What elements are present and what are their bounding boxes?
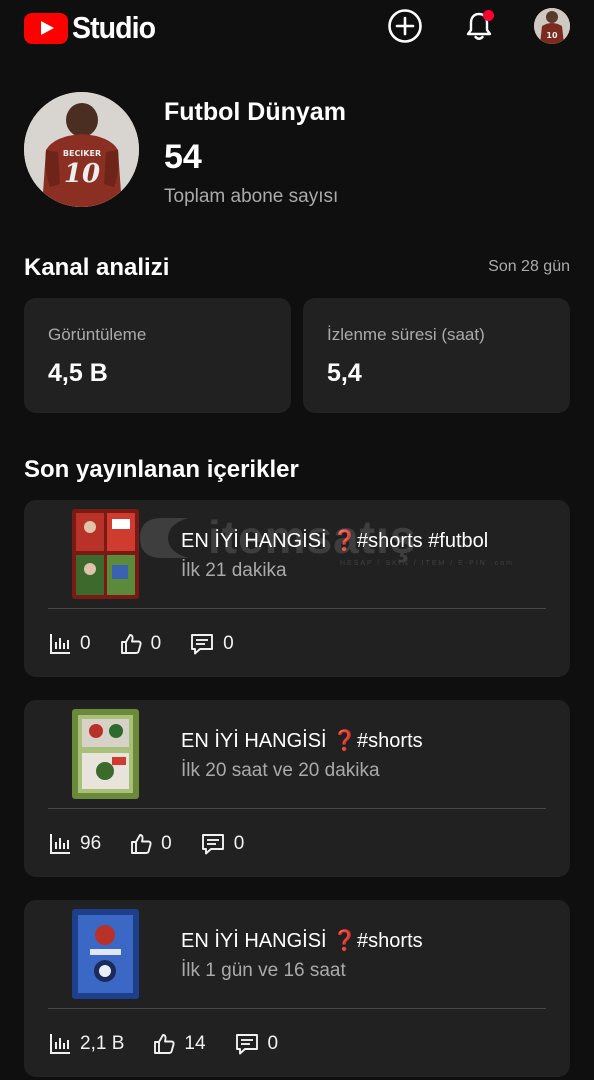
video-thumbnail[interactable] [72,509,139,599]
svg-text:BECIKER: BECIKER [63,149,101,158]
subscriber-count: 54 [164,138,202,176]
notification-badge [483,10,494,21]
comment-icon [235,1034,258,1055]
divider [48,1008,546,1009]
thumbnail-image [72,509,139,599]
bar-chart-icon [50,834,70,854]
divider [48,808,546,809]
thumbs-up-icon [120,634,142,654]
thumbnail-image [72,709,139,799]
svg-text:10: 10 [546,31,558,40]
channel-avatar[interactable]: BECIKER 10 [24,92,139,207]
video-time: İlk 1 gün ve 16 saat [181,960,346,981]
video-stats: 2,1 B 14 0 [48,1031,306,1057]
subscriber-count-label: Toplam abone sayısı [164,186,339,207]
account-avatar[interactable]: 10 [534,8,570,44]
content-card[interactable]: EN İYİ HANGİSİ ❓#shorts #futbol İlk 21 d… [24,500,570,677]
create-plus-icon [388,9,422,43]
content-card[interactable]: EN İYİ HANGİSİ ❓#shorts İlk 20 saat ve 2… [24,700,570,877]
create-button[interactable] [387,8,423,44]
video-stats: 0 0 0 [48,631,262,657]
recent-content-title: Son yayınlanan içerikler [24,456,299,483]
comments-count: 0 [233,833,245,854]
content-card[interactable]: EN İYİ HANGİSİ ❓#shorts İlk 1 gün ve 16 … [24,900,570,1077]
thumbs-up-icon [154,1034,175,1054]
youtube-play-icon [24,12,68,44]
divider [48,608,546,609]
views-stat: 0 [48,632,91,656]
views-stat: 2,1 B [48,1032,124,1056]
watch-time-metric-label: İzlenme süresi (saat) [327,325,485,344]
video-thumbnail[interactable] [72,909,139,999]
likes-count: 0 [150,633,162,654]
comments-stat: 0 [234,1032,279,1056]
video-thumbnail[interactable] [72,709,139,799]
bar-chart-icon [50,1034,70,1054]
thumbs-up-icon [131,834,152,854]
video-title[interactable]: EN İYİ HANGİSİ ❓#shorts [181,928,423,953]
notifications-button[interactable] [461,8,497,44]
youtube-studio-dashboard: Studio 10 BECIKER 10 Futbol Dünyam 54 To… [0,0,594,1080]
channel-analytics-title: Kanal analizi [24,254,170,281]
views-metric-card[interactable]: Görüntüleme 4,5 B [24,298,291,413]
comment-icon [201,834,224,855]
top-app-bar: Studio 10 [0,0,594,54]
views-count: 0 [80,633,91,654]
views-count: 96 [80,833,102,854]
comments-count: 0 [223,633,234,654]
likes-count: 0 [161,833,172,854]
bar-chart-icon [50,634,70,654]
views-stat: 96 [48,832,101,856]
comments-stat: 0 [200,832,245,856]
watch-time-metric-value: 5,4 [327,359,362,387]
avatar-image: 10 [534,8,570,44]
video-title[interactable]: EN İYİ HANGİSİ ❓#shorts #futbol [181,528,488,553]
analytics-period: Son 28 gün [488,258,570,275]
watch-time-metric-card[interactable]: İzlenme süresi (saat) 5,4 [303,298,570,413]
likes-stat: 0 [129,832,172,856]
logo-text: Studio [72,10,156,45]
comments-stat: 0 [189,632,234,656]
views-metric-label: Görüntüleme [48,325,147,344]
video-time: İlk 21 dakika [181,560,287,581]
svg-text:10: 10 [64,159,100,189]
studio-logo[interactable]: Studio [24,10,162,46]
likes-stat: 0 [119,632,162,656]
comments-count: 0 [267,1033,279,1054]
comment-icon [191,634,214,655]
likes-count: 14 [184,1033,206,1054]
views-count: 2,1 B [80,1033,125,1054]
thumbnail-image [72,909,139,999]
video-title[interactable]: EN İYİ HANGİSİ ❓#shorts [181,728,423,753]
channel-avatar-image: BECIKER 10 [24,92,139,207]
channel-name: Futbol Dünyam [164,98,346,126]
video-stats: 96 0 0 [48,831,272,857]
views-metric-value: 4,5 B [48,359,108,387]
likes-stat: 14 [152,1032,206,1056]
video-time: İlk 20 saat ve 20 dakika [181,760,380,781]
